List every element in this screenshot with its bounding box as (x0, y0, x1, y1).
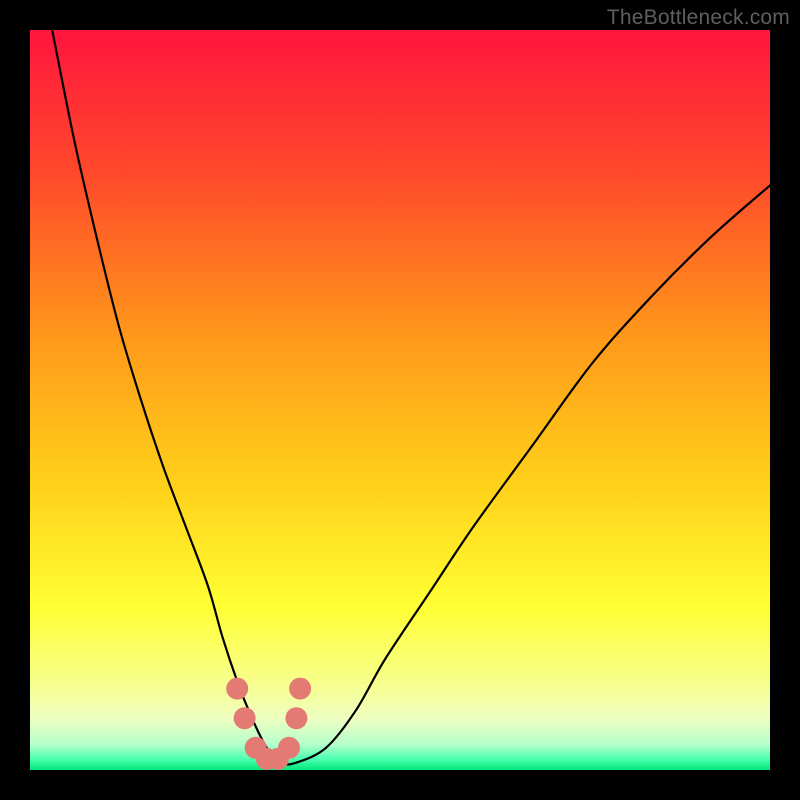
watermark-text: TheBottleneck.com (607, 6, 790, 30)
marker-dot (226, 678, 248, 700)
marker-dot (285, 707, 307, 729)
marker-dot (289, 678, 311, 700)
marker-dot (278, 737, 300, 759)
chart-canvas (30, 30, 770, 770)
bottleneck-curve (52, 30, 770, 764)
plot-area (30, 30, 770, 770)
highlighted-points (226, 678, 311, 770)
chart-frame: TheBottleneck.com (0, 0, 800, 800)
marker-dot (234, 707, 256, 729)
